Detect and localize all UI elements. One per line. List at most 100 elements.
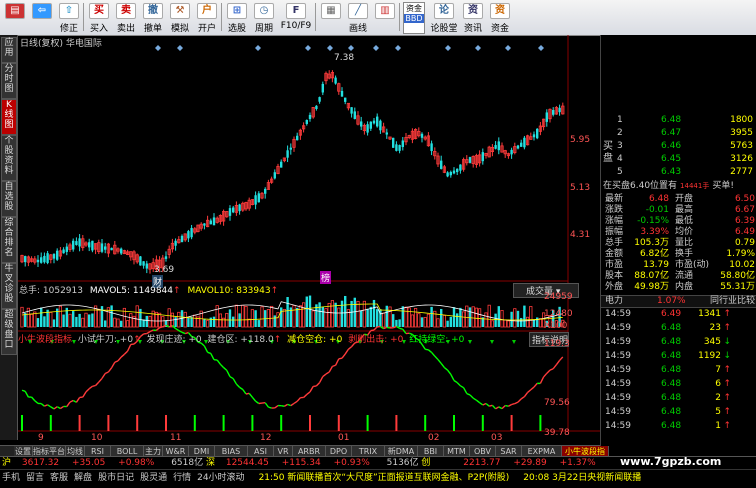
sector-compare-link[interactable]: 同行业比较 — [710, 296, 755, 307]
indicator-segment — [323, 374, 326, 377]
bid-level-row[interactable]: 26.473955 — [601, 128, 756, 139]
x-axis-label-1: 10 — [91, 433, 102, 443]
sz-index[interactable]: 12544.45 — [226, 458, 269, 468]
event-marker[interactable] — [373, 45, 379, 51]
event-marker[interactable] — [255, 45, 261, 51]
menu-item-5[interactable]: 股市日记 — [98, 473, 134, 483]
f10-icon: F — [286, 3, 306, 19]
bid-level-row[interactable]: 36.465763 — [601, 141, 756, 152]
toolbar-button-2[interactable]: ⇦ — [29, 2, 55, 33]
indicator-segment — [339, 358, 342, 359]
kline-chart-svg[interactable] — [18, 35, 600, 445]
menu-item-7[interactable]: 行情 — [173, 473, 191, 483]
event-marker[interactable] — [305, 45, 311, 51]
toolbar-button-17[interactable]: 资资讯 — [460, 2, 486, 33]
toolbar-button-4[interactable]: 买买入 — [86, 2, 112, 33]
indicator-signal-bar — [424, 415, 426, 431]
volume-bar — [462, 312, 464, 327]
event-marker[interactable] — [475, 45, 481, 51]
left-tab-2[interactable]: 分时图 — [1, 63, 17, 99]
indicator-segment — [288, 404, 291, 405]
volume-bar — [258, 320, 260, 327]
indicator-item-4: 减仓空仓: +0 — [287, 335, 342, 345]
left-tab-8[interactable]: 超级盘口 — [1, 309, 17, 355]
tick-time: 14:59 — [605, 393, 631, 404]
menu-item-1[interactable]: 手机 — [2, 473, 20, 483]
menu-item-4[interactable]: 解盘 — [74, 473, 92, 483]
toolbar-button-11[interactable]: FF10/F9 — [278, 2, 314, 33]
event-marker[interactable] — [538, 45, 544, 51]
candle-body-down — [101, 243, 103, 251]
menu-item-8[interactable]: 24小时滚动 — [197, 473, 244, 483]
indicator-segment — [329, 366, 332, 372]
toolbar-button-9[interactable]: ⊞选股 — [224, 2, 250, 33]
left-tab-1[interactable]: 应用 — [1, 37, 17, 63]
toolbar-button-label: 画线 — [349, 24, 367, 34]
toolbar-button-label: 模拟 — [171, 24, 189, 34]
toolbar-button-6[interactable]: 撤撤单 — [140, 2, 166, 33]
toolbar-button-1[interactable]: ▤ — [2, 2, 28, 33]
event-marker[interactable] — [348, 45, 354, 51]
indicator-segment — [560, 357, 563, 360]
toolbar-button-18[interactable]: 资资金 — [487, 2, 513, 33]
sz-amount: 5136亿 — [387, 458, 419, 468]
tick-price: 6.49 — [661, 309, 681, 320]
candle-body-down — [174, 241, 176, 246]
indicator-segment — [422, 344, 425, 349]
left-tab-6[interactable]: 综合排名 — [1, 217, 17, 263]
chart-area[interactable]: 日线(复权) 华电国际 7.38 3.69 5.95 5.13 4.31 财 榜… — [18, 35, 600, 445]
stat-value: 3.39% — [640, 227, 669, 238]
event-marker[interactable] — [445, 45, 451, 51]
toolbar-separator — [83, 3, 84, 31]
candle-body-down — [72, 241, 74, 250]
event-marker[interactable] — [155, 45, 161, 51]
stat-key: 换手 — [675, 249, 693, 260]
toolbar-button-16[interactable]: 论论股堂 — [429, 2, 459, 33]
volume-bar — [533, 320, 535, 327]
event-marker[interactable] — [395, 45, 401, 51]
toolbar-button-3[interactable]: ⇧修正 — [56, 2, 82, 33]
toolbar-button-5[interactable]: 卖卖出 — [113, 2, 139, 33]
indicator-segment — [528, 390, 531, 393]
menu-item-6[interactable]: 股灵通 — [140, 473, 167, 483]
indicator-segment — [169, 326, 172, 327]
volume-bar — [142, 319, 144, 327]
indicator-segment — [99, 378, 102, 382]
stat-value: -0.15% — [637, 216, 669, 227]
news-marker[interactable]: 榜 — [320, 271, 331, 284]
news-ticker-2[interactable]: 20:08 3月22日央视新闻联播 — [523, 473, 641, 483]
toolbar-button-12[interactable]: ▦ — [318, 2, 344, 33]
left-tab-3[interactable]: K线图 — [1, 99, 17, 135]
indicator-segment — [22, 390, 25, 391]
volume-bar — [453, 307, 455, 327]
volume-bar — [510, 312, 512, 327]
indicator-signal-bar — [50, 415, 52, 431]
bid-level-row[interactable]: 16.481800 — [601, 115, 756, 126]
menu-item-3[interactable]: 客服 — [50, 473, 68, 483]
news-ticker-1[interactable]: 21:50 新闻联播首次“大尺度”正面报道互联网金融、P2P(附股) — [259, 473, 510, 483]
toolbar-button-7[interactable]: ⚒模拟 — [167, 2, 193, 33]
bid-volume: 3126 — [730, 154, 753, 165]
toolbar-button-13[interactable]: ╱画线 — [345, 2, 371, 33]
cy-index[interactable]: 2213.77 — [463, 458, 500, 468]
left-tab-5[interactable]: 自选股 — [1, 181, 17, 217]
sh-index[interactable]: 3617.32 — [22, 458, 59, 468]
menu-item-2[interactable]: 留言 — [26, 473, 44, 483]
event-marker[interactable] — [505, 45, 511, 51]
fund-panel-button[interactable]: 资金BBD — [403, 2, 425, 34]
toolbar-button-10[interactable]: ◷周期 — [251, 2, 277, 33]
left-tab-4[interactable]: 个股资料 — [1, 135, 17, 181]
toolbar-button-14[interactable]: ▥ — [372, 2, 398, 33]
bid-level-row[interactable]: 46.453126 — [601, 154, 756, 165]
candle-body-down — [450, 172, 452, 175]
volume-bar — [168, 309, 170, 327]
sector-row[interactable]: 电力1.07%同行业比较 — [601, 295, 756, 308]
indicator-segment — [121, 354, 124, 357]
event-marker[interactable] — [327, 45, 333, 51]
bid-level-row[interactable]: 56.432777 — [601, 167, 756, 178]
event-marker[interactable] — [177, 45, 183, 51]
candle-body-down — [280, 162, 282, 168]
toolbar-button-8[interactable]: 户开户 — [194, 2, 220, 33]
tick-time: 14:59 — [605, 351, 631, 362]
indicator-signal-bar — [511, 415, 513, 431]
